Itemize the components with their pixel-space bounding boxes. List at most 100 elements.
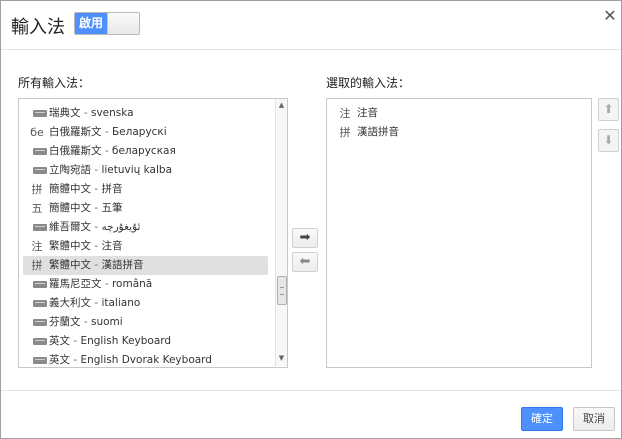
remove-method-button[interactable]: ⬅ <box>292 252 318 272</box>
separator: - <box>70 354 81 366</box>
scrollbar-thumb[interactable] <box>277 276 287 305</box>
keyboard-icon <box>29 294 47 313</box>
native-name: 五筆 <box>101 202 123 214</box>
language-name: 維吾爾文 <box>49 221 91 233</box>
input-glyph-icon: 注 <box>339 107 351 120</box>
list-item-label: 英文 - English Keyboard <box>49 332 171 351</box>
list-item[interactable]: 白俄羅斯文 - беларуская <box>23 142 268 161</box>
list-item-label: 英文 - English Dvorak Keyboard <box>49 351 212 367</box>
input-method-dialog: 輸入法 啟用 ✕ 所有輸入法： 選取的輸入法： 瑞典文 - svenska бе 白… <box>0 0 622 439</box>
list-item[interactable]: 義大利文 - italiano <box>23 294 268 313</box>
ok-button[interactable]: 確定 <box>521 407 563 431</box>
keyboard-icon <box>29 104 47 123</box>
separator: - <box>91 221 102 233</box>
language-name: 羅馬尼亞文 <box>49 278 102 290</box>
language-name: 簡體中文 <box>49 202 91 214</box>
language-name: 繁體中文 <box>49 240 91 252</box>
scroll-down-icon[interactable]: ▼ <box>277 354 286 363</box>
language-name: 義大利文 <box>49 297 91 309</box>
native-name: română <box>111 278 153 290</box>
list-item[interactable]: 拼簡體中文 - 拼音 <box>23 180 268 199</box>
footer-divider <box>1 390 621 391</box>
list-item[interactable]: 瑞典文 - svenska <box>23 104 268 123</box>
separator: - <box>91 202 102 214</box>
separator: - <box>80 316 91 328</box>
input-glyph-icon: 拼 <box>31 259 43 272</box>
keyboard-icon <box>29 218 47 237</box>
list-item[interactable]: 注注音 <box>331 104 581 123</box>
list-item-label: 瑞典文 - svenska <box>49 104 134 123</box>
list-item-label: 立陶宛語 - lietuvių kalba <box>49 161 172 180</box>
list-item[interactable]: 維吾爾文 - ئۇيغۇرچە <box>23 218 268 237</box>
language-name: 白俄羅斯文 <box>49 145 102 157</box>
available-methods-list[interactable]: 瑞典文 - svenska бе 白俄羅斯文 - Беларускі 白俄羅斯文 - … <box>18 98 288 368</box>
separator: - <box>91 164 102 176</box>
list-item[interactable]: 英文 - English Keyboard <box>23 332 268 351</box>
dialog-title: 輸入法 <box>11 17 65 38</box>
move-up-button[interactable]: ⬆ <box>598 98 619 121</box>
native-name: English Dvorak Keyboard <box>80 354 212 366</box>
list-item[interactable]: 立陶宛語 - lietuvių kalba <box>23 161 268 180</box>
native-name: ئۇيغۇرچە <box>101 221 141 233</box>
input-glyph-icon: бе <box>30 126 44 139</box>
list-item[interactable]: 芬蘭文 - suomi <box>23 313 268 332</box>
native-name: lietuvių kalba <box>101 164 173 176</box>
chosen-method-name: 漢語拼音 <box>357 126 399 138</box>
keyboard-icon <box>29 275 47 294</box>
list-item-label: 繁體中文 - 漢語拼音 <box>49 256 143 275</box>
list-item[interactable]: бе 白俄羅斯文 - Беларускі <box>23 123 268 142</box>
language-name: 簡體中文 <box>49 183 91 195</box>
native-name: 注音 <box>101 240 123 252</box>
keyboard-icon <box>29 351 47 367</box>
header-divider <box>1 49 621 50</box>
list-item[interactable]: 英文 - English Dvorak Keyboard <box>23 351 268 367</box>
separator: - <box>70 335 81 347</box>
list-item[interactable]: 羅馬尼亞文 - română <box>23 275 268 294</box>
input-glyph-icon: 拼 <box>339 126 351 139</box>
language-name: 芬蘭文 <box>49 316 81 328</box>
list-item-label: 白俄羅斯文 - Беларускі <box>49 123 167 142</box>
scroll-up-icon[interactable]: ▲ <box>277 101 286 110</box>
add-method-button[interactable]: ➡ <box>292 228 318 248</box>
separator: - <box>101 278 112 290</box>
list-item-label: 芬蘭文 - suomi <box>49 313 123 332</box>
cancel-button[interactable]: 取消 <box>573 407 615 431</box>
list-item[interactable]: 五簡體中文 - 五筆 <box>23 199 268 218</box>
list-item-label: 義大利文 - italiano <box>49 294 140 313</box>
separator: - <box>91 183 102 195</box>
keyboard-icon <box>29 332 47 351</box>
move-down-button[interactable]: ⬇ <box>598 129 619 152</box>
input-glyph-icon: 拼 <box>31 183 43 196</box>
native-name: 拼音 <box>101 183 123 195</box>
language-name: 繁體中文 <box>49 259 91 271</box>
separator: - <box>91 240 102 252</box>
keyboard-icon <box>29 142 47 161</box>
separator: - <box>101 126 112 138</box>
separator: - <box>91 259 102 271</box>
separator: - <box>91 297 102 309</box>
list-item-label: 維吾爾文 - ئۇيغۇرچە <box>49 218 140 237</box>
chosen-methods-list[interactable]: 注注音拼漢語拼音 <box>326 98 592 368</box>
chosen-method-name: 注音 <box>357 107 378 119</box>
separator: - <box>101 145 112 157</box>
list-item[interactable]: 拼漢語拼音 <box>331 123 581 142</box>
language-name: 白俄羅斯文 <box>49 126 102 138</box>
keyboard-icon <box>29 161 47 180</box>
list-item-label: 繁體中文 - 注音 <box>49 237 122 256</box>
language-name: 立陶宛語 <box>49 164 91 176</box>
list-item[interactable]: 注繁體中文 - 注音 <box>23 237 268 256</box>
native-name: 漢語拼音 <box>101 259 144 271</box>
close-icon[interactable]: ✕ <box>602 8 618 24</box>
toggle-thumb <box>107 13 139 34</box>
list-item[interactable]: 拼繁體中文 - 漢語拼音 <box>23 256 268 275</box>
separator: - <box>80 107 91 119</box>
toggle-on-label: 啟用 <box>75 13 107 34</box>
language-name: 英文 <box>49 354 70 366</box>
scrollbar[interactable]: ▲ ▼ <box>275 99 287 366</box>
list-item-label: 羅馬尼亞文 - română <box>49 275 152 294</box>
chosen-label: 選取的輸入法： <box>326 76 411 90</box>
enable-toggle[interactable]: 啟用 <box>74 12 140 35</box>
list-item-label: 簡體中文 - 五筆 <box>49 199 122 218</box>
input-glyph-icon: 五 <box>31 202 43 215</box>
language-name: 瑞典文 <box>49 107 81 119</box>
